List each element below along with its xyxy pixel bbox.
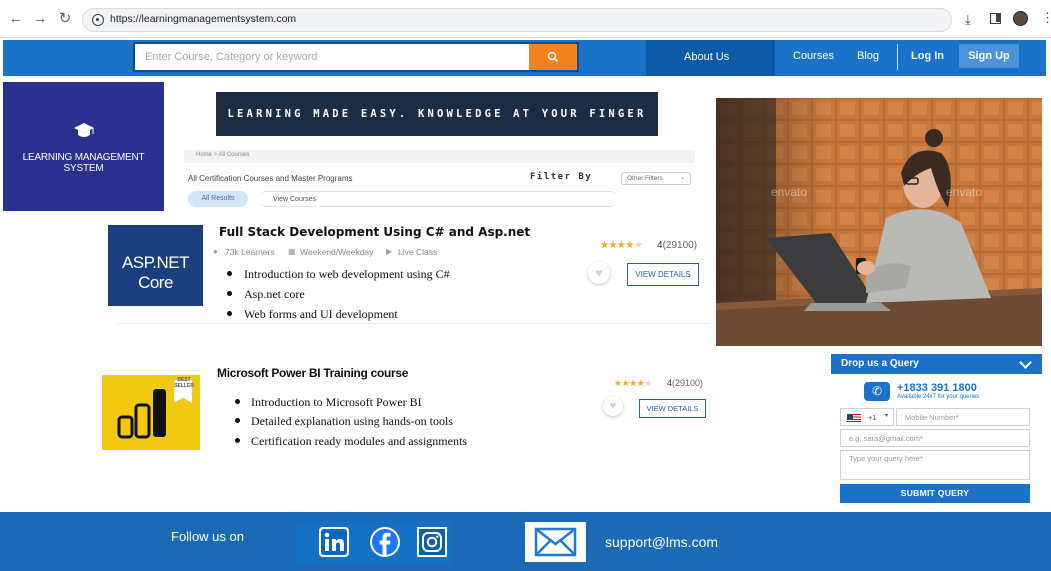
back-arrow-icon[interactable]: ← bbox=[7, 10, 25, 28]
powerbi-logo[interactable]: BEST SELLER bbox=[102, 375, 200, 450]
phone-number[interactable]: +1833 391 1800 bbox=[897, 382, 977, 394]
query-textarea[interactable] bbox=[840, 450, 1030, 480]
nav-about-us[interactable]: About Us bbox=[646, 40, 775, 76]
country-code-select[interactable]: +1 ▾ bbox=[840, 408, 894, 426]
chevron-down-icon: ⌄ bbox=[679, 175, 685, 181]
nav-divider bbox=[897, 44, 898, 70]
course-title[interactable]: Full Stack Development Using C# and Asp.… bbox=[219, 225, 530, 239]
mail-icon-box[interactable] bbox=[525, 522, 586, 562]
learners-count: 73k Learners bbox=[225, 247, 275, 257]
mail-icon bbox=[534, 527, 577, 557]
phone-icon: ✆ bbox=[864, 382, 890, 401]
signup-button[interactable]: Sign Up bbox=[959, 44, 1019, 68]
submit-query-button[interactable]: SUBMIT QUERY bbox=[840, 484, 1030, 503]
search-bar bbox=[133, 42, 579, 72]
breadcrumb-bar bbox=[184, 150, 695, 163]
calendar-icon: ▦ bbox=[288, 247, 296, 256]
watermark-text: envato bbox=[771, 185, 807, 199]
chevron-down-icon: ▾ bbox=[885, 413, 889, 419]
wishlist-heart-icon[interactable]: ♥ bbox=[603, 396, 623, 416]
course-bullet: Introduction to Microsoft Power BI bbox=[251, 395, 422, 409]
login-link[interactable]: Log In bbox=[911, 50, 944, 62]
bullet-icon bbox=[235, 438, 240, 443]
chevron-down-icon bbox=[1019, 356, 1032, 369]
view-details-button[interactable]: VIEW DETAILS bbox=[627, 263, 699, 286]
download-icon[interactable]: ⤓ bbox=[965, 12, 971, 28]
schedule-text: Weekend/Weekday bbox=[300, 247, 374, 257]
course-bullet: Certification ready modules and assignme… bbox=[251, 434, 467, 448]
profile-icon[interactable] bbox=[1013, 11, 1028, 26]
nav-courses[interactable]: Courses bbox=[793, 50, 834, 62]
search-button[interactable] bbox=[529, 44, 577, 70]
bullet-icon bbox=[235, 418, 240, 423]
bullet-icon bbox=[227, 291, 232, 296]
course-bullet: Introduction to web development using C# bbox=[244, 267, 450, 281]
woman-laptop-photo: envato envato bbox=[716, 98, 1042, 346]
tab-view-courses-label: View Courses bbox=[273, 196, 317, 203]
graduation-cap-icon bbox=[74, 123, 94, 137]
nav-about-us-label: About Us bbox=[684, 51, 730, 63]
country-code: +1 bbox=[868, 413, 877, 422]
sidepanel-icon[interactable] bbox=[990, 13, 1001, 24]
bullet-icon bbox=[235, 399, 240, 404]
tab-view-courses[interactable]: View Courses bbox=[258, 191, 618, 207]
video-icon: ▶ bbox=[386, 247, 393, 256]
lms-logo[interactable]: LEARNING MANAGEMENT SYSTEM bbox=[3, 82, 164, 211]
tab-all-results[interactable]: All Results bbox=[188, 191, 248, 207]
course-title[interactable]: Microsoft Power BI Training course bbox=[217, 366, 408, 380]
filter-by-label: Filter By bbox=[530, 172, 593, 182]
email-field[interactable] bbox=[840, 429, 1030, 447]
watermark-text: envato bbox=[946, 185, 982, 199]
forward-arrow-icon[interactable]: → bbox=[31, 10, 49, 28]
other-filters-label: Other Filters bbox=[627, 175, 663, 182]
star-rating: ★★★★★ bbox=[600, 240, 643, 251]
nav-blog[interactable]: Blog bbox=[857, 50, 879, 62]
query-panel-title: Drop us a Query bbox=[841, 358, 919, 369]
breadcrumb[interactable]: Home > All Courses bbox=[196, 152, 249, 158]
availability-text: Available 24x7 for your queries bbox=[897, 394, 980, 400]
aspnet-core-logo[interactable]: ASP.NET Core bbox=[108, 225, 203, 306]
rating-count: (29100) bbox=[662, 240, 698, 251]
more-icon[interactable]: ⋮ bbox=[1041, 10, 1051, 26]
aspnet-logo-text: ASP.NET Core bbox=[121, 253, 190, 292]
instagram-icon[interactable] bbox=[416, 526, 448, 558]
support-email[interactable]: support@lms.com bbox=[605, 534, 718, 550]
course-bullet: Detailed explanation using hands-on tool… bbox=[251, 414, 453, 428]
wishlist-heart-icon[interactable]: ♥ bbox=[588, 262, 610, 284]
rating-value: 4(29100) bbox=[657, 240, 697, 251]
address-bar[interactable]: https://learningmanagementsystem.com bbox=[82, 8, 952, 32]
view-details-button[interactable]: VIEW DETAILS bbox=[639, 399, 706, 418]
search-icon bbox=[547, 51, 559, 63]
rating-count: (29100) bbox=[672, 378, 704, 388]
course-bullet: Web forms and UI development bbox=[244, 307, 398, 321]
query-panel-header[interactable]: Drop us a Query bbox=[831, 354, 1042, 374]
us-flag-icon bbox=[847, 414, 861, 422]
search-input[interactable] bbox=[135, 44, 527, 70]
mobile-number-field[interactable] bbox=[896, 408, 1030, 426]
other-filters-dropdown[interactable]: Other Filters ⌄ bbox=[621, 172, 691, 185]
star-rating: ★★★★★ bbox=[614, 378, 652, 388]
course-bullet: Asp.net core bbox=[244, 287, 305, 301]
bullet-icon bbox=[227, 311, 232, 316]
hero-photo: envato envato bbox=[716, 98, 1042, 346]
learners-icon: ● bbox=[213, 247, 218, 256]
site-info-icon[interactable] bbox=[92, 14, 104, 26]
browser-toolbar: ← → ↻ https://learningmanagementsystem.c… bbox=[0, 0, 1051, 38]
follow-us-label: Follow us on bbox=[171, 529, 244, 544]
best-seller-badge: BEST SELLER bbox=[174, 377, 194, 389]
facebook-icon[interactable] bbox=[369, 526, 401, 558]
tagline-banner: LEARNING MADE EASY. KNOWLEDGE AT YOUR FI… bbox=[216, 92, 658, 164]
rating-value: 4(29100) bbox=[667, 378, 703, 388]
listing-heading: All Certification Courses and Master Pro… bbox=[188, 174, 353, 183]
url-text: https://learningmanagementsystem.com bbox=[110, 13, 297, 25]
bullet-icon bbox=[227, 271, 232, 276]
reload-icon[interactable]: ↻ bbox=[56, 10, 74, 28]
card-divider bbox=[117, 323, 710, 324]
linkedin-icon[interactable] bbox=[318, 526, 350, 558]
mode-text: Live Class bbox=[398, 247, 438, 257]
lms-logo-title: LEARNING MANAGEMENT SYSTEM bbox=[22, 152, 145, 174]
